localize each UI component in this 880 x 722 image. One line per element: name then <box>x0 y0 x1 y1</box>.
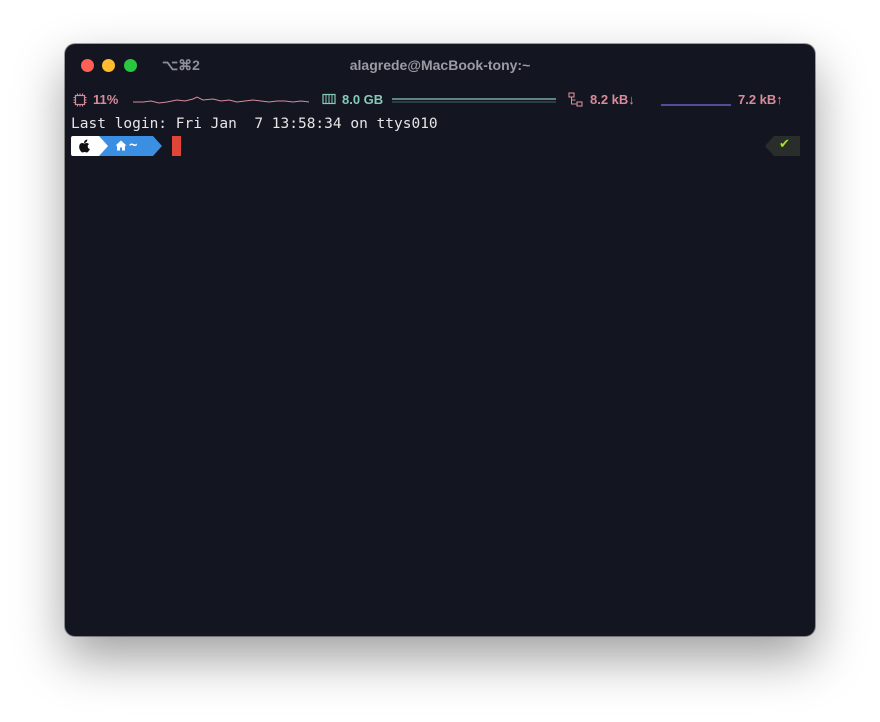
title-bar[interactable]: ⌥⌘2 alagrede@MacBook-tony:~ <box>65 44 815 88</box>
prompt-arrow-white <box>99 136 108 156</box>
text-cursor <box>172 136 181 156</box>
memory-sparkline <box>392 98 556 103</box>
cpu-sparkline <box>133 96 309 104</box>
terminal-window: ⌥⌘2 alagrede@MacBook-tony:~ 11% 8.0 GB 8… <box>65 44 815 636</box>
memory-usage: 8.0 GB <box>342 92 384 107</box>
prompt-directory: ~ <box>129 137 138 153</box>
shell-prompt: ~ <box>71 136 771 156</box>
last-login-line: Last login: Fri Jan 7 13:58:34 on ttys01… <box>71 116 438 132</box>
right-prompt-arrow <box>765 136 774 156</box>
network-download: 8.2 kB↓ <box>590 92 635 107</box>
cpu-chip-icon <box>73 93 87 107</box>
window-title: alagrede@MacBook-tony:~ <box>349 57 531 73</box>
cpu-usage: 11% <box>93 92 119 107</box>
apple-icon <box>79 139 90 153</box>
status-bar: 11% 8.0 GB 8.2 kB↓ 7.2 kB↑ <box>65 90 815 110</box>
prompt-os-segment <box>71 136 99 156</box>
check-icon: ✔ <box>779 137 790 152</box>
network-upload: 7.2 kB↑ <box>738 92 783 107</box>
right-prompt-status: ✔ <box>765 136 800 156</box>
home-icon <box>115 140 127 151</box>
upload-sparkline <box>661 104 731 106</box>
network-icon <box>568 92 583 107</box>
prompt-arrow-blue <box>153 136 162 156</box>
memory-chip-icon <box>322 93 336 105</box>
